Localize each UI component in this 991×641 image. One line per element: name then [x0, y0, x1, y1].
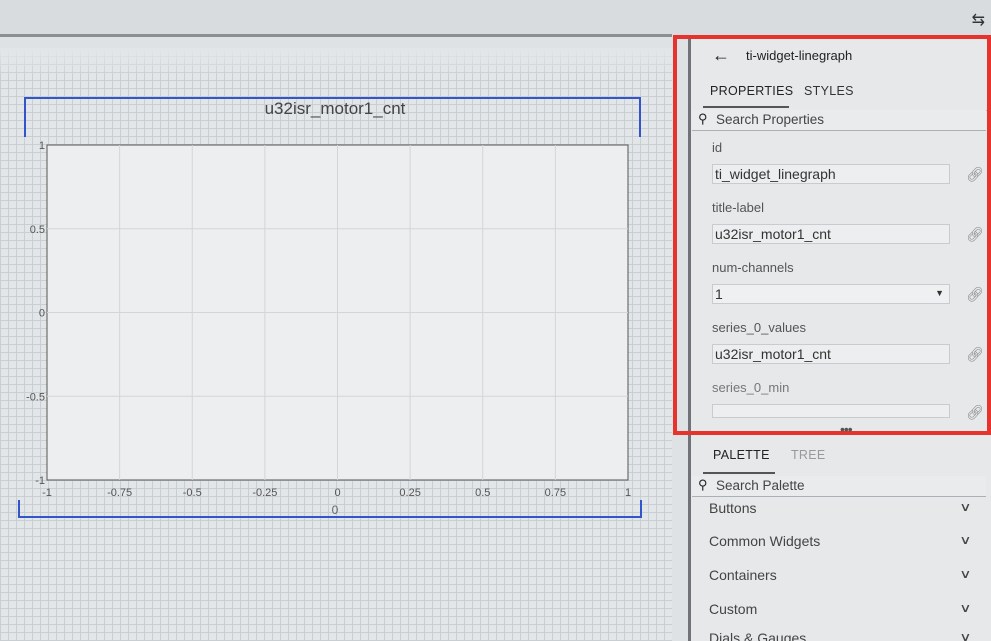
x-tick-label: 1	[625, 487, 631, 499]
chevron-down-icon: ∨	[959, 601, 972, 615]
category-label: Custom	[709, 601, 758, 617]
panel-splitter-handle[interactable]: •••	[840, 421, 853, 437]
search-palette-input[interactable]: ⚲ Search Palette	[692, 476, 986, 497]
chevron-down-icon: ∨	[959, 630, 972, 641]
palette-category-common-widgets[interactable]: Common Widgets ∨	[692, 529, 982, 559]
x-tick-label: -1	[42, 487, 52, 499]
x-tick-label: -0.25	[252, 487, 277, 499]
tab-palette[interactable]: PALETTE	[713, 448, 770, 462]
category-label: Dials & Gauges	[709, 630, 807, 641]
y-tick-label: -0.5	[26, 391, 45, 403]
x-tick-label: -0.75	[107, 487, 132, 499]
search-palette-placeholder: Search Palette	[716, 478, 805, 493]
y-tick-label: 0.5	[30, 224, 45, 236]
tab-tree[interactable]: TREE	[791, 448, 826, 462]
palette-category-containers[interactable]: Containers ∨	[692, 563, 982, 593]
category-label: Common Widgets	[709, 533, 821, 549]
active-tab-indicator	[703, 472, 775, 474]
y-tick-label: 0	[39, 308, 45, 320]
chevron-down-icon: ∨	[959, 567, 972, 581]
x-tick-label: 0.75	[545, 487, 566, 499]
x-tick-label: 0.25	[399, 487, 420, 499]
chart-plot: -1 -0.75 -0.5 -0.25 0 0.25 0.5 0.75 1 1 0.5 0 -0.5 -1	[26, 140, 631, 499]
palette-category-buttons[interactable]: Buttons ∨	[692, 496, 982, 526]
x-tick-label: 0	[334, 487, 340, 499]
x-tick-label: 0.5	[475, 487, 490, 499]
search-icon: ⚲	[698, 477, 708, 492]
chevron-down-icon: ∨	[959, 500, 972, 514]
x-axis-title: 0	[331, 503, 339, 517]
category-label: Containers	[709, 567, 777, 583]
properties-highlight-box	[673, 35, 991, 435]
chevron-down-icon: ∨	[959, 533, 972, 547]
y-tick-label: -1	[35, 475, 45, 487]
y-tick-label: 1	[39, 140, 45, 152]
x-tick-label: -0.5	[183, 487, 202, 499]
palette-category-custom[interactable]: Custom ∨	[692, 597, 982, 627]
linegraph-widget[interactable]: u32isr_motor1_cnt -1 -0.75 -0.5 -0.25 0 0.25 0…	[0, 0, 672, 641]
category-label: Buttons	[709, 500, 757, 516]
palette-category-dials-gauges[interactable]: Dials & Gauges ∨	[692, 626, 982, 641]
swap-arrows-icon[interactable]: ⇆	[972, 10, 985, 30]
